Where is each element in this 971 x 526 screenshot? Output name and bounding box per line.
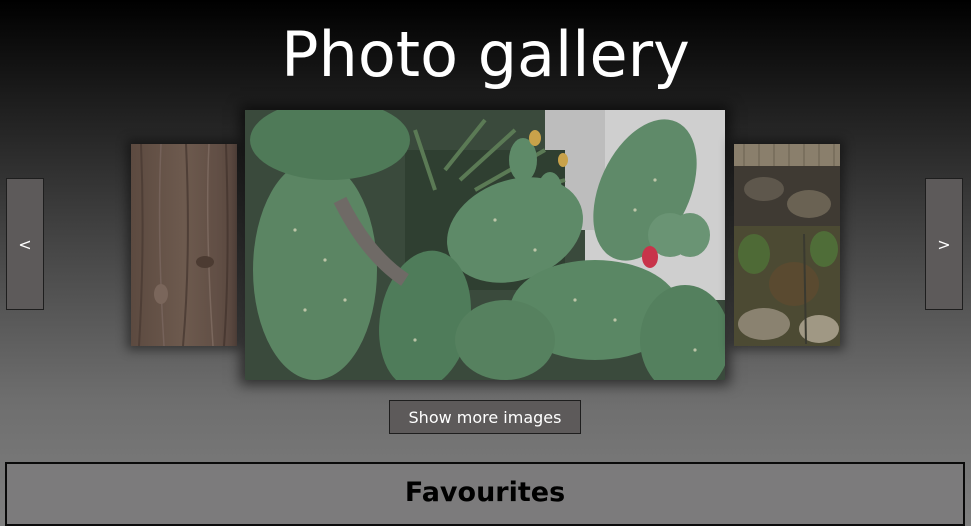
favourites-heading: Favourites: [404, 477, 566, 508]
favourites-panel: Favourites: [5, 462, 965, 526]
previous-image-button[interactable]: <: [6, 178, 44, 310]
wood-photo: [131, 144, 237, 346]
show-more-images-button[interactable]: Show more images: [389, 400, 581, 434]
wall-photo: [734, 144, 840, 346]
gallery-image-wood[interactable]: [131, 144, 237, 346]
cactus-photo: [245, 110, 725, 380]
page-title: Photo gallery: [281, 18, 690, 91]
gallery-image-cactus[interactable]: [245, 110, 725, 380]
gallery-image-wall[interactable]: [734, 144, 840, 346]
next-image-button[interactable]: >: [925, 178, 963, 310]
